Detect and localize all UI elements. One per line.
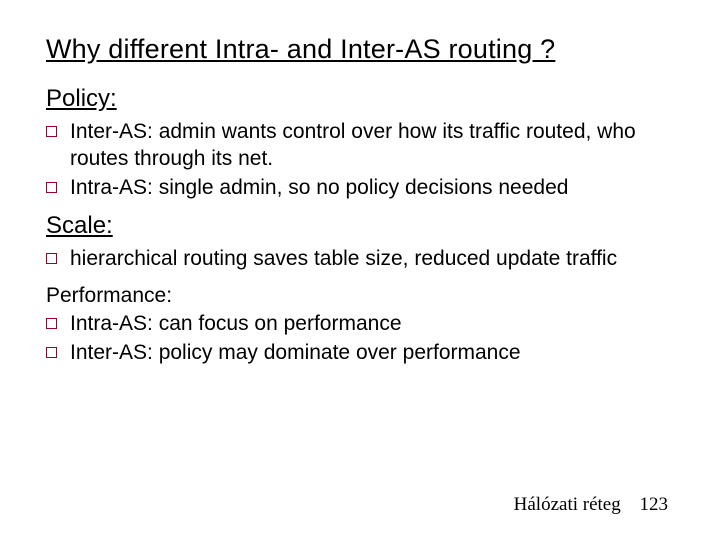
slide: Why different Intra- and Inter-AS routin… [0, 0, 720, 540]
bullet-list-policy: Inter-AS: admin wants control over how i… [46, 119, 674, 202]
list-item: Inter-AS: admin wants control over how i… [46, 119, 674, 173]
slide-footer: Hálózati réteg 123 [514, 494, 668, 516]
section-heading-performance: Performance: [46, 283, 674, 310]
bullet-list-performance: Intra-AS: can focus on performance Inter… [46, 311, 674, 367]
page-number: 123 [640, 494, 669, 515]
slide-title: Why different Intra- and Inter-AS routin… [46, 34, 674, 65]
bullet-list-scale: hierarchical routing saves table size, r… [46, 246, 674, 273]
section-heading-policy: Policy: [46, 85, 674, 113]
list-item: Intra-AS: single admin, so no policy dec… [46, 175, 674, 202]
list-item: Intra-AS: can focus on performance [46, 311, 674, 338]
list-item: hierarchical routing saves table size, r… [46, 246, 674, 273]
footer-label: Hálózati réteg [514, 494, 621, 515]
list-item: Inter-AS: policy may dominate over perfo… [46, 340, 674, 367]
section-heading-scale: Scale: [46, 212, 674, 240]
